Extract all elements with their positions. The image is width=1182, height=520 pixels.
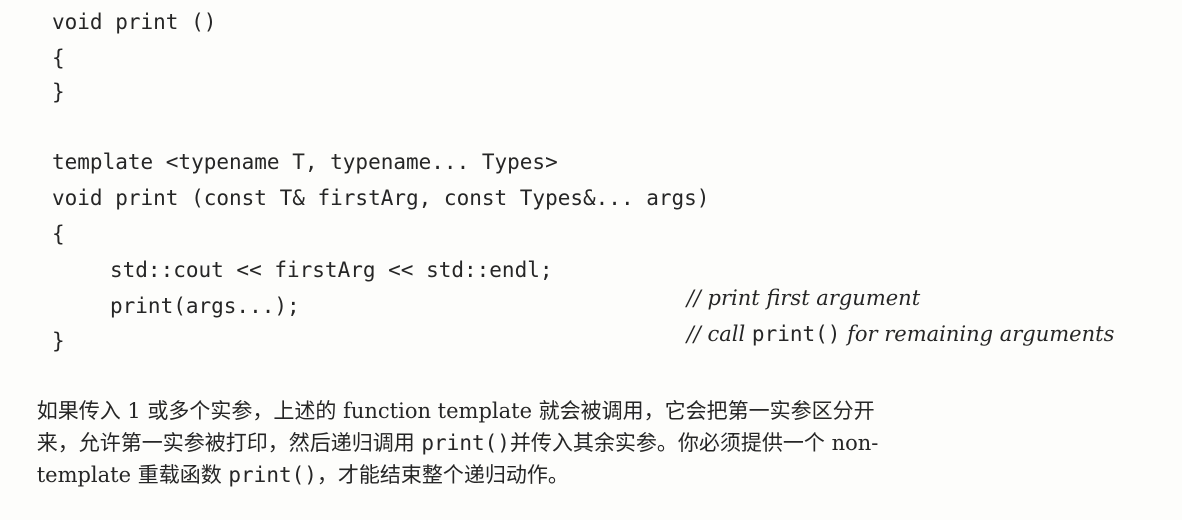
- book-page: void print () { } template <typename T, …: [0, 0, 1182, 509]
- comment-inline-code: print(): [751, 322, 841, 346]
- comment-text-prefix: // call: [686, 322, 752, 346]
- code-line-print-variadic-signature: void print (const T& firstArg, const Typ…: [52, 186, 710, 210]
- paragraph-text: template 重载函数: [36, 463, 229, 487]
- paragraph-inline-code: print(): [228, 463, 317, 487]
- code-line-recursive-call: print(args...);: [110, 294, 300, 318]
- code-line-open-brace-2: {: [52, 222, 65, 246]
- code-line-close-brace-1: }: [52, 80, 65, 104]
- code-line-open-brace-1: {: [52, 46, 65, 70]
- comment-text-suffix: for remaining arguments: [840, 322, 1115, 346]
- code-line-print-base-signature: void print (): [52, 10, 217, 34]
- code-line-template-declaration: template <typename T, typename... Types>: [52, 150, 558, 174]
- comment-call-print-remaining: // call print() for remaining arguments: [660, 292, 1115, 376]
- paragraph-text: ，才能结束整个递归动作。: [316, 463, 569, 487]
- paragraph-line-3: template 重载函数 print()，才能结束整个递归动作。: [10, 430, 1175, 520]
- code-line-close-brace-2: }: [52, 329, 65, 353]
- code-line-cout-statement: std::cout << firstArg << std::endl;: [110, 258, 553, 282]
